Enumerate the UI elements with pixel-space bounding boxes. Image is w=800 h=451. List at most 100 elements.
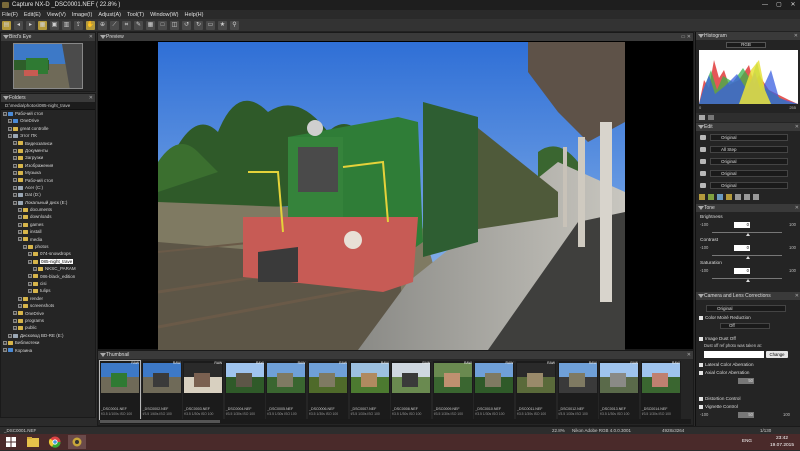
- expand-toggle-icon[interactable]: +: [13, 141, 17, 146]
- birds-eye-title[interactable]: Bird's Eye ✕: [1, 33, 95, 41]
- maximize-button[interactable]: ▢: [772, 0, 786, 10]
- birds-eye-thumbnail[interactable]: [13, 43, 83, 89]
- menu-view[interactable]: View(V): [47, 12, 66, 18]
- action-icon-7[interactable]: [753, 194, 759, 200]
- axial-ca-checkbox[interactable]: Axial Color Aberration: [699, 370, 749, 375]
- windows-start-icon[interactable]: [2, 435, 20, 449]
- edit-step-select[interactable]: Original: [710, 182, 788, 189]
- folder-tree-item[interactable]: +085-night_trave: [1, 258, 95, 265]
- edit-tab-icon[interactable]: [699, 115, 705, 120]
- saturation-value[interactable]: 0: [734, 268, 750, 274]
- folder-tree-item[interactable]: + photos: [1, 243, 95, 250]
- thumbnail-item[interactable]: RAW _DSC0008.NEF f/3.5 1/30s ISO 100: [391, 361, 432, 419]
- dust-off-field[interactable]: [704, 351, 764, 358]
- menu-tool[interactable]: Tool(T): [127, 12, 144, 18]
- folder-tree-item[interactable]: + Рабочий стол: [1, 110, 95, 117]
- folder-tree-item[interactable]: + documents: [1, 206, 95, 213]
- brightness-value[interactable]: 0: [734, 222, 750, 228]
- thumbnail-item[interactable]: RAW _DSC0012.NEF f/3.5 1/30s ISO 100: [557, 361, 598, 419]
- edit-step-icon[interactable]: [700, 135, 706, 140]
- thumbnail-image[interactable]: [267, 363, 306, 393]
- folder-tree-item[interactable]: + OneDrive: [1, 117, 95, 124]
- brightness-track[interactable]: [698, 229, 798, 237]
- camera-lens-title[interactable]: Camera and Lens Corrections ✕: [696, 292, 800, 300]
- folder-tree-item[interactable]: + great controlle: [1, 125, 95, 132]
- menu-file[interactable]: File(F): [2, 12, 18, 18]
- grid-view-icon[interactable]: ▦: [146, 20, 155, 30]
- menu-help[interactable]: Help(H): [185, 12, 204, 18]
- straighten-icon[interactable]: ⟋: [110, 20, 119, 30]
- menu-adjust[interactable]: Adjust(A): [98, 12, 121, 18]
- thumbnail-image[interactable]: [184, 363, 223, 393]
- folder-tree-item[interactable]: + games: [1, 221, 95, 228]
- vignette-checkbox[interactable]: Vignette Control: [699, 404, 738, 409]
- expand-toggle-icon[interactable]: +: [18, 303, 22, 308]
- expand-toggle-icon[interactable]: +: [18, 215, 22, 220]
- folder-tree-item[interactable]: + Рабочий стол: [1, 177, 95, 184]
- crop-icon[interactable]: ⌗: [122, 20, 131, 30]
- thumbnail-item[interactable]: RAW _DSC0007.NEF f/3.5 1/30s ISO 100: [349, 361, 390, 419]
- open-folder-icon[interactable]: ▤: [2, 20, 11, 30]
- edit-step-icon[interactable]: [700, 147, 706, 152]
- browse-icon[interactable]: ▦: [38, 20, 47, 30]
- folder-tree-item[interactable]: + install: [1, 228, 95, 235]
- action-icon-6[interactable]: [744, 194, 750, 200]
- thumbnail-image[interactable]: [558, 363, 597, 393]
- folder-tree-item[interactable]: + media: [1, 236, 95, 243]
- vignette-value[interactable]: 50: [738, 412, 754, 418]
- thumbnail-item[interactable]: RAW _DSC0010.NEF f/3.5 1/30s ISO 100: [474, 361, 515, 419]
- menu-edit[interactable]: Edit(E): [24, 12, 41, 18]
- info-tab-icon[interactable]: [708, 115, 714, 120]
- thumbnail-image[interactable]: [433, 363, 472, 393]
- folder-tree-item[interactable]: + Этот ПК: [1, 132, 95, 139]
- folder-tree-item[interactable]: + Dat (D:): [1, 191, 95, 198]
- expand-toggle-icon[interactable]: +: [28, 274, 32, 279]
- axial-ca-value[interactable]: 50: [738, 378, 754, 384]
- thumbnail-item[interactable]: RAW _DSC0014.NEF f/3.5 1/30s ISO 100: [640, 361, 681, 419]
- filter-icon[interactable]: ⚲: [230, 20, 239, 30]
- expand-toggle-icon[interactable]: +: [18, 222, 22, 227]
- distortion-checkbox[interactable]: Distortion Control: [699, 396, 741, 401]
- edit-step-icon[interactable]: [700, 183, 706, 188]
- folder-tree-item[interactable]: + Библиотеки: [1, 339, 95, 346]
- thumbnail-image[interactable]: [308, 363, 347, 393]
- expand-toggle-icon[interactable]: +: [23, 244, 27, 249]
- print-icon[interactable]: ▥: [62, 20, 71, 30]
- zoom-tool-icon[interactable]: ⊕: [98, 20, 107, 30]
- chrome-icon[interactable]: [46, 435, 64, 449]
- preview-image[interactable]: [158, 42, 625, 350]
- color-moire-select[interactable]: Off: [720, 323, 770, 329]
- expand-toggle-icon[interactable]: +: [8, 333, 12, 338]
- expand-toggle-icon[interactable]: +: [13, 156, 17, 161]
- folder-tree-item[interactable]: + NKSC_PARAM: [1, 265, 95, 272]
- edit-step-select[interactable]: Original: [710, 134, 788, 141]
- histogram-title[interactable]: Histogram ✕: [696, 32, 800, 40]
- thumbnail-image[interactable]: [600, 363, 639, 393]
- contrast-track[interactable]: [698, 252, 798, 260]
- rating-star-icon[interactable]: ★: [218, 20, 227, 30]
- edit-title[interactable]: Edit ✕: [696, 123, 800, 131]
- expand-toggle-icon[interactable]: +: [18, 237, 22, 242]
- expand-toggle-icon[interactable]: +: [13, 178, 17, 183]
- expand-toggle-icon[interactable]: +: [33, 267, 37, 272]
- folder-tree-item[interactable]: + Дисковод BD-RE (E:): [1, 332, 95, 339]
- expand-toggle-icon[interactable]: +: [3, 348, 7, 353]
- folder-tree-item[interactable]: + tulips: [1, 287, 95, 294]
- folder-path[interactable]: D:\media\photos\085-night_trave: [1, 102, 95, 110]
- lateral-ca-checkbox[interactable]: Lateral Color Aberration: [699, 362, 754, 367]
- folder-tree-item[interactable]: + Локальный диск (E:): [1, 199, 95, 206]
- thumbnail-scrollbar[interactable]: [100, 419, 691, 424]
- thumbnail-item[interactable]: RAW _DSC0005.NEF f/3.5 1/30s ISO 100: [266, 361, 307, 419]
- folder-tree-item[interactable]: + public: [1, 324, 95, 331]
- expand-toggle-icon[interactable]: +: [13, 163, 17, 168]
- rotate-left-icon[interactable]: ↺: [182, 20, 191, 30]
- expand-toggle-icon[interactable]: +: [8, 126, 12, 131]
- expand-toggle-icon[interactable]: +: [13, 193, 17, 198]
- thumbnail-item[interactable]: RAW _DSC0001.NEF f/3.5 1/100s ISO 100: [99, 360, 141, 420]
- expand-toggle-icon[interactable]: +: [28, 289, 32, 294]
- thumbnail-item[interactable]: RAW _DSC0004.NEF f/3.5 1/30s ISO 100: [224, 361, 265, 419]
- expand-toggle-icon[interactable]: +: [28, 281, 32, 286]
- tone-title[interactable]: Tone ✕: [696, 204, 800, 212]
- menu-window[interactable]: Window(W): [150, 12, 178, 18]
- expand-toggle-icon[interactable]: +: [18, 207, 22, 212]
